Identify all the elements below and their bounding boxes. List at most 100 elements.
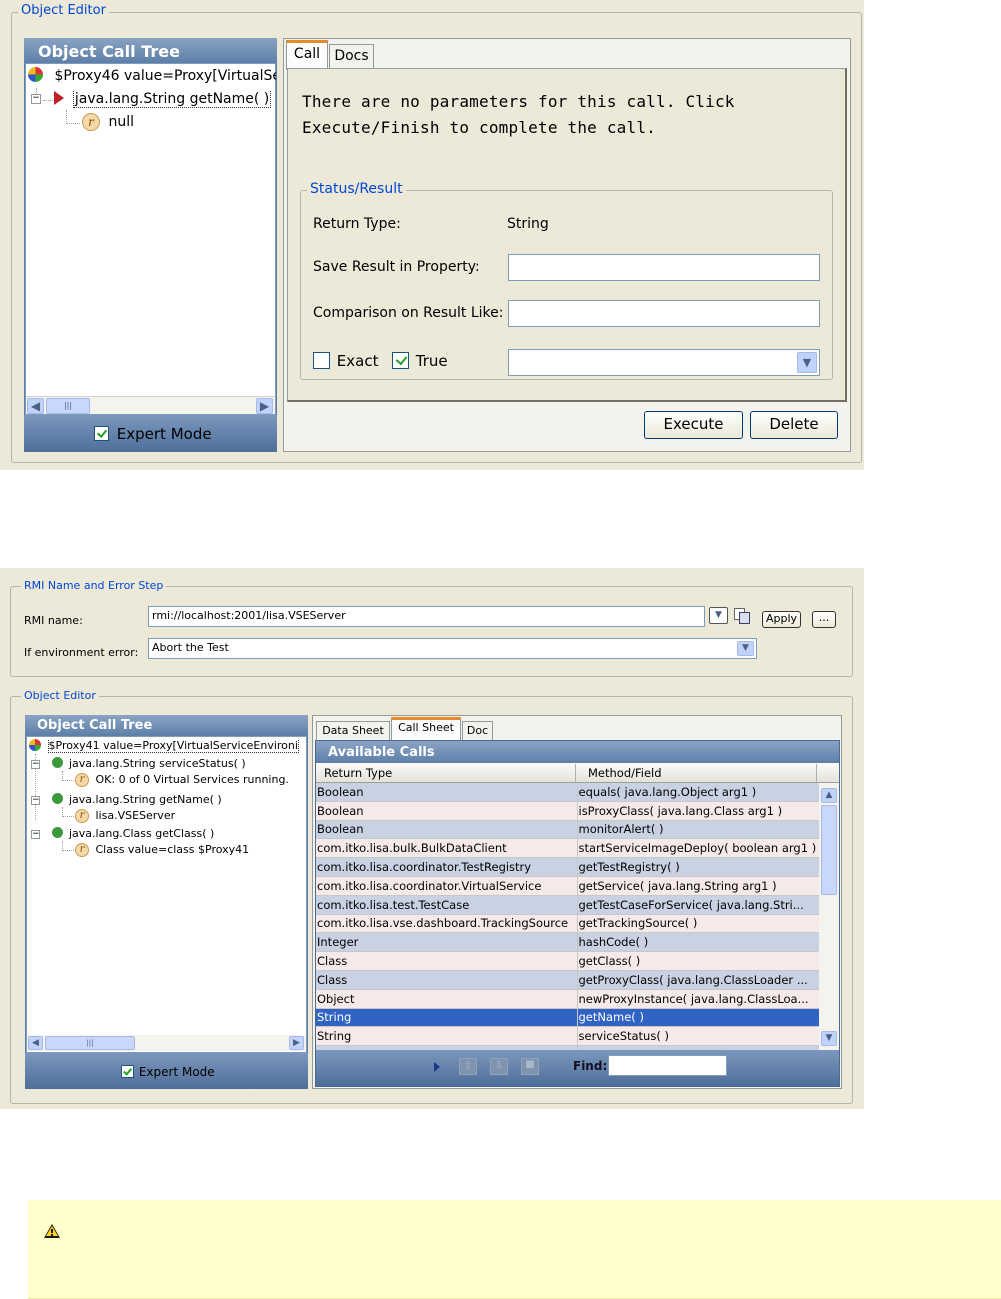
comparison-input[interactable] [508, 300, 820, 327]
method-field-cell[interactable]: getName( ) [577, 1008, 819, 1028]
delete-button[interactable]: Delete [750, 411, 838, 439]
return-type-cell[interactable]: String [316, 1008, 578, 1028]
calls-vertical-scrollbar[interactable]: ▲ ▼ [819, 783, 839, 1050]
calls-table-row[interactable]: com.itko.lisa.vse.dashboard.TrackingSour… [316, 914, 819, 934]
return-type-cell[interactable]: com.itko.lisa.coordinator.VirtualService [316, 876, 578, 896]
calls-table-row[interactable]: String getName( ) [316, 1008, 819, 1028]
calls-table-row[interactable]: com.itko.lisa.test.TestCase getTestCaseFo… [316, 895, 819, 915]
tree-result-node[interactable]: r OK: 0 of 0 Virtual Services running. [75, 773, 305, 789]
tab-call-sheet[interactable]: Call Sheet [391, 717, 461, 740]
exact-checkbox[interactable]: Exact [313, 351, 378, 370]
calls-table-row[interactable]: Boolean equals( java.lang.Object arg1 ) [316, 783, 819, 802]
tree-root-node[interactable]: $Proxy46 value=Proxy[VirtualSe [28, 67, 276, 87]
tree-result-node[interactable]: r null [82, 113, 272, 133]
method-field-cell[interactable]: serviceStatus( ) [577, 1026, 819, 1047]
return-type-cell[interactable]: Class [316, 970, 578, 990]
method-field-cell[interactable]: isProxyClass( java.lang.Class arg1 ) [577, 801, 819, 821]
calls-table-row[interactable]: Object newProxyInstance( java.lang.ClassL… [316, 989, 819, 1009]
calls-table-row[interactable]: Integer hashCode( ) [316, 932, 819, 953]
checkbox-checked[interactable] [94, 426, 109, 441]
chevron-down-icon[interactable]: ▼ [797, 352, 817, 373]
scroll-thumb[interactable] [821, 805, 837, 895]
return-type-cell[interactable]: Boolean [316, 783, 578, 802]
column-return-type[interactable]: Return Type [324, 766, 392, 780]
return-type-cell[interactable]: Object [316, 989, 578, 1009]
save-result-input[interactable] [508, 254, 820, 281]
collapse-icon[interactable]: − [31, 759, 40, 769]
stop-icon[interactable]: ■ [521, 1058, 539, 1075]
tree-method-node[interactable]: − java.lang.String serviceStatus( ) [31, 757, 305, 773]
tab-doc[interactable]: Doc [462, 721, 493, 740]
return-type-cell[interactable]: Boolean [316, 801, 578, 821]
checkbox-unchecked[interactable] [313, 352, 330, 369]
calls-table-row[interactable]: Boolean monitorAlert( ) [316, 820, 819, 840]
calls-table-row[interactable]: com.itko.lisa.bulk.BulkDataClient startSe… [316, 838, 819, 859]
chevron-down-icon[interactable]: ▼ [737, 641, 754, 656]
calls-table-row[interactable]: com.itko.lisa.coordinator.TestRegistry ge… [316, 857, 819, 877]
method-field-cell[interactable]: startServiceImageDeploy( boolean arg1 ) [577, 838, 819, 859]
checkbox-checked[interactable] [392, 352, 409, 369]
tree-result-node[interactable]: r lisa.VSEServer [75, 809, 305, 825]
tree-method-node[interactable]: − java.lang.String getName( ) [31, 91, 277, 111]
calls-table-row[interactable]: Class getClass( ) [316, 951, 819, 971]
tree-method-node[interactable]: − java.lang.Class getClass( ) [31, 827, 305, 843]
scroll-up-button[interactable]: ▲ [821, 788, 837, 803]
tab-call[interactable]: Call [286, 40, 328, 70]
tree-horizontal-scrollbar[interactable]: ◀ ||| ▶ [27, 1035, 306, 1051]
scroll-right-button[interactable]: ▶ [256, 398, 273, 414]
tree-root-node[interactable]: $Proxy41 value=Proxy[VirtualServiceEnvir… [29, 739, 305, 755]
return-type-cell[interactable]: com.itko.lisa.test.TestCase [316, 895, 578, 915]
scroll-left-button[interactable]: ◀ [27, 398, 44, 414]
apply-button[interactable]: Apply [762, 611, 801, 628]
env-error-select[interactable]: Abort the Test ▼ [148, 638, 757, 659]
browse-button[interactable]: ... [812, 611, 836, 628]
method-field-cell[interactable]: newProxyInstance( java.lang.ClassLoa... [577, 989, 819, 1009]
return-type-cell[interactable]: com.itko.lisa.bulk.BulkDataClient [316, 838, 578, 859]
tree-method-node[interactable]: − java.lang.String getName( ) [31, 793, 305, 809]
move-down-icon[interactable]: ⇩ [490, 1058, 508, 1075]
scroll-left-button[interactable]: ◀ [28, 1036, 43, 1050]
method-field-cell[interactable]: getProxyClass( java.lang.ClassLoader ... [577, 970, 819, 990]
tab-data-sheet[interactable]: Data Sheet [316, 721, 390, 740]
scroll-thumb[interactable]: ||| [45, 1036, 135, 1050]
calls-table-row[interactable]: com.itko.lisa.coordinator.VirtualService… [316, 876, 819, 896]
scroll-right-button[interactable]: ▶ [289, 1036, 304, 1050]
copy-icon[interactable] [734, 608, 750, 624]
calls-table-row[interactable]: Class getProxyClass( java.lang.ClassLoade… [316, 970, 819, 990]
scroll-down-button[interactable]: ▼ [821, 1031, 837, 1046]
tab-docs[interactable]: Docs [329, 44, 374, 69]
find-input[interactable] [608, 1055, 727, 1076]
calls-table-row[interactable]: String serviceStatus( ) [316, 1026, 819, 1047]
method-field-cell[interactable]: getClass( ) [577, 951, 819, 971]
method-field-cell[interactable]: getTrackingSource( ) [577, 914, 819, 934]
move-up-icon[interactable]: ⇧ [459, 1058, 477, 1075]
expert-mode-checkbox[interactable]: Expert Mode [94, 424, 264, 444]
checkbox-checked[interactable] [121, 1065, 134, 1078]
return-type-cell[interactable]: com.itko.lisa.coordinator.TestRegistry [316, 857, 578, 877]
calls-table-row[interactable]: Boolean isProxyClass( java.lang.Class arg… [316, 801, 819, 821]
method-field-cell[interactable]: equals( java.lang.Object arg1 ) [577, 783, 819, 802]
column-method-field[interactable]: Method/Field [588, 766, 662, 780]
method-field-cell[interactable]: getTestRegistry( ) [577, 857, 819, 877]
tree-result-node[interactable]: r Class value=class $Proxy41 [75, 843, 305, 859]
method-field-cell[interactable]: hashCode( ) [577, 932, 819, 953]
rmi-name-input[interactable]: rmi://localhost:2001/lisa.VSEServer [148, 606, 705, 627]
method-field-cell[interactable]: monitorAlert( ) [577, 820, 819, 840]
method-field-cell[interactable]: getService( java.lang.String arg1 ) [577, 876, 819, 896]
return-type-cell[interactable]: Boolean [316, 820, 578, 840]
return-type-cell[interactable]: com.itko.lisa.vse.dashboard.TrackingSour… [316, 914, 578, 934]
collapse-icon[interactable]: − [31, 795, 40, 805]
return-type-cell[interactable]: String [316, 1026, 578, 1047]
method-field-cell[interactable]: getTestCaseForService( java.lang.Stri... [577, 895, 819, 915]
return-type-cell[interactable]: Class [316, 951, 578, 971]
play-icon[interactable] [434, 1062, 440, 1072]
scroll-thumb[interactable]: ||| [46, 398, 90, 414]
comparison-type-dropdown[interactable]: ▼ [508, 349, 820, 376]
return-type-cell[interactable]: Integer [316, 932, 578, 953]
tree-horizontal-scrollbar[interactable]: ◀ ||| ▶ [26, 396, 275, 414]
collapse-icon[interactable]: − [31, 94, 41, 104]
true-checkbox[interactable]: True [392, 351, 448, 370]
expert-mode-checkbox[interactable]: Expert Mode [121, 1064, 215, 1079]
execute-button[interactable]: Execute [644, 411, 743, 439]
rmi-dropdown-button[interactable]: ▼ [709, 607, 728, 624]
